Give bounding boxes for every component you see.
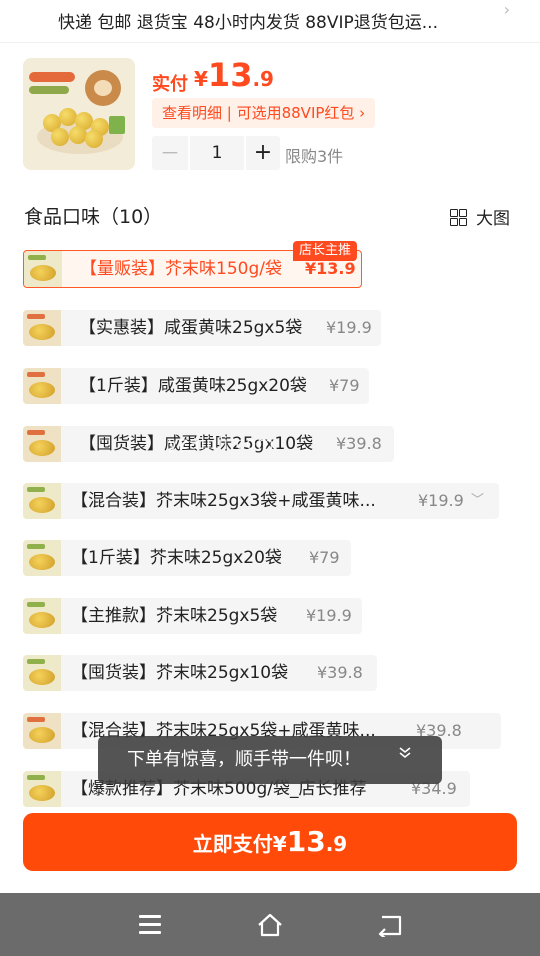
store-recommend-badge: 店长主推 [293, 241, 358, 261]
double-chevron-down-icon[interactable] [398, 746, 412, 764]
flavor-option[interactable]: 【囤货装】芥末味25gx10袋 ¥39.8 [23, 655, 377, 691]
home-icon[interactable] [256, 913, 284, 937]
increase-quantity-button[interactable]: + [246, 136, 280, 170]
option-label: 【混合装】芥末味25gx3袋+咸蛋黄味... [71, 491, 376, 511]
option-thumbnail [23, 483, 61, 519]
pay-button-decimal: .9 [325, 832, 348, 856]
system-nav-bar [0, 893, 540, 956]
shipping-info-text: 快递 包邮 退货宝 48小时内发货 88VIP退货包运... [58, 13, 438, 33]
option-thumbnail [23, 598, 61, 634]
option-label: 【实惠装】咸蛋黄味25gx5袋 [79, 318, 303, 338]
shipping-info-bar[interactable]: 快递 包邮 退货宝 48小时内发货 88VIP退货包运... › [0, 0, 540, 43]
promo-toast[interactable]: 下单有惊喜，顺手带一件呗！ [98, 736, 442, 784]
snack-ball-graphic [51, 128, 69, 146]
option-thumbnail [23, 310, 61, 346]
price-integer: 13 [207, 56, 253, 94]
option-thumbnail [23, 655, 61, 691]
big-view-label: 大图 [476, 209, 510, 229]
quantity-input[interactable]: 1 [190, 136, 244, 170]
flavor-option[interactable]: 【1斤装】咸蛋黄味25gx20袋 ¥79 [23, 368, 369, 404]
price-detail-link[interactable]: 查看明细 | 可选用88VIP红包 › [152, 98, 376, 128]
option-thumbnail [23, 368, 61, 404]
chevron-right-icon[interactable]: › [504, 0, 510, 19]
option-thumbnail [23, 713, 61, 749]
package-tag-graphic [29, 86, 69, 94]
menu-icon[interactable] [139, 915, 161, 934]
option-thumbnail [23, 771, 61, 807]
option-label: 【主推款】芥末味25gx5袋 [71, 606, 278, 626]
pay-now-button[interactable]: 立即支付¥13.9 [23, 813, 517, 871]
mascot-graphic [85, 70, 121, 106]
option-thumbnail [24, 251, 62, 287]
flavor-option[interactable]: 【1斤装】芥末味25gx20袋 ¥79 [23, 540, 351, 576]
snack-ball-graphic [85, 130, 103, 148]
option-label: 【1斤装】芥末味25gx20袋 [71, 548, 282, 568]
option-label: 【1斤装】咸蛋黄味25gx20袋 [79, 376, 307, 396]
option-price: ¥79 [329, 376, 360, 395]
chevron-down-icon[interactable]: ﹀ [471, 483, 484, 519]
paid-amount: ¥13.9 [194, 56, 274, 94]
option-price: ¥19.9 [326, 318, 372, 337]
back-icon[interactable] [376, 913, 404, 937]
package-tag-graphic [29, 72, 75, 82]
decrease-quantity-button[interactable]: － [152, 136, 188, 170]
pay-button-label: 立即支付 [192, 832, 273, 856]
snack-ball-graphic [69, 126, 87, 144]
pay-button-currency: ¥ [272, 832, 287, 856]
option-price: ¥19.9 [418, 491, 464, 510]
big-view-toggle[interactable]: 大图 [450, 204, 510, 229]
option-label: 【囤货装】芥末味25gx10袋 [71, 663, 289, 683]
price-decimal: .9 [252, 67, 274, 91]
option-price: ¥39.8 [317, 663, 363, 682]
option-price: ¥19.9 [306, 606, 352, 625]
flavor-option[interactable]: 【主推款】芥末味25gx5袋 ¥19.9 [23, 598, 362, 634]
product-image[interactable] [23, 58, 135, 170]
grid-icon [450, 209, 468, 227]
pay-button-amount: 13 [286, 825, 326, 858]
option-price: ¥39.8 [336, 434, 382, 453]
option-label: 【量贩装】芥末味150g/袋 [80, 259, 282, 279]
toast-text: 下单有惊喜，顺手带一件呗！ [127, 749, 361, 770]
paid-label: 实付 [152, 74, 188, 95]
flavor-option[interactable]: 【混合装】芥末味25gx3袋+咸蛋黄味... ¥19.9 ﹀ [23, 483, 499, 519]
flavor-section-title: 食品口味（10） [24, 206, 163, 228]
flavor-option[interactable]: 【实惠装】咸蛋黄味25gx5袋 ¥19.9 [23, 310, 381, 346]
snack-ball-graphic [59, 108, 77, 126]
package-graphic [109, 116, 125, 134]
option-thumbnail [23, 426, 61, 462]
option-thumbnail [23, 540, 61, 576]
currency-symbol: ¥ [194, 67, 208, 91]
watermark: yzaliiii.com [168, 434, 275, 454]
option-price: ¥79 [309, 548, 340, 567]
purchase-limit-text: 限购3件 [285, 147, 344, 166]
